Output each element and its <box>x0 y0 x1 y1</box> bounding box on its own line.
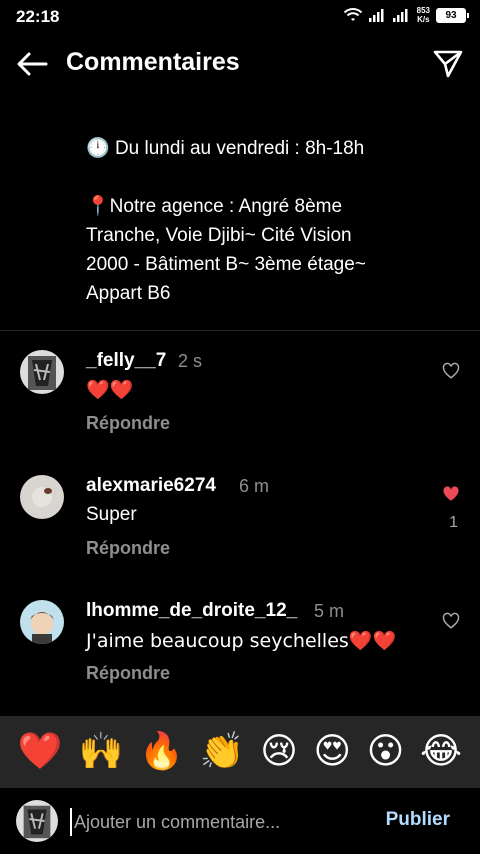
caption-agency-line-4: Appart B6 <box>86 283 171 304</box>
emoji-fire-button[interactable]: 🔥 <box>139 732 184 772</box>
header: Commentaires <box>0 34 480 94</box>
heart-outline-icon[interactable] <box>442 612 460 630</box>
avatar[interactable] <box>20 600 64 644</box>
comment-input-bar: Publier <box>0 788 480 854</box>
like-count: 1 <box>449 514 458 531</box>
net-speed-unit: K/s <box>417 15 430 24</box>
signal-icon <box>368 9 384 22</box>
net-speed: 853 K/s <box>417 6 430 24</box>
caption-hours: 🕛 Du lundi au vendredi : 8h-18h <box>86 134 456 163</box>
comment-username[interactable]: lhomme_de_droite_12_ <box>86 600 297 622</box>
emoji-cry-button[interactable]: 😢 <box>260 732 298 772</box>
emoji-clap-button[interactable]: 👏 <box>200 732 245 772</box>
emoji-wow-button[interactable]: 😮 <box>367 732 405 772</box>
heart-filled-icon[interactable] <box>442 485 460 503</box>
comment-time: 6 m <box>239 476 270 496</box>
pin-icon: 📍 <box>86 195 110 217</box>
signal-icon-2 <box>392 9 408 22</box>
back-arrow-icon[interactable] <box>14 48 50 80</box>
emoji-laugh-button[interactable]: 😂 <box>420 732 462 772</box>
divider <box>0 330 480 331</box>
net-speed-value: 853 <box>416 6 430 15</box>
reply-button[interactable]: Répondre <box>86 538 170 559</box>
comment-input[interactable] <box>70 808 360 836</box>
caption-agency-line-3: 2000 - Bâtiment B~ 3ème étage~ <box>86 254 366 275</box>
status-time: 22:18 <box>16 7 60 26</box>
page-title: Commentaires <box>66 48 240 76</box>
caption-hours-text: Du lundi au vendredi : 8h-18h <box>114 138 365 159</box>
emoji-heart-eyes-button[interactable]: 😍 <box>313 732 351 772</box>
post-caption: 🕛 Du lundi au vendredi : 8h-18h 📍Notre a… <box>86 94 456 308</box>
reply-button[interactable]: Répondre <box>86 413 170 434</box>
comment-time: 5 m <box>314 601 345 621</box>
comment-text: J'aime beaucoup seychelles❤️❤️ <box>86 630 397 652</box>
caption-agency-line-1: 📍Notre agence : Angré 8ème <box>86 195 343 217</box>
avatar[interactable] <box>20 350 64 394</box>
caption-agency-line-2: Tranche, Voie Djibi~ Cité Vision <box>86 225 352 246</box>
emoji-heart-button[interactable]: ❤️ <box>18 732 63 772</box>
wifi-icon <box>343 8 362 21</box>
emoji-raised-hands-button[interactable]: 🙌 <box>78 732 123 772</box>
status-icons: 853 K/s 93 <box>343 6 469 24</box>
send-icon[interactable] <box>432 48 464 80</box>
avatar <box>16 800 58 842</box>
comment-username[interactable]: alexmarie6274 <box>86 475 216 497</box>
avatar[interactable] <box>20 475 64 519</box>
comment-text: Super <box>86 504 137 525</box>
comment-time: 2 s <box>178 351 203 371</box>
reply-button[interactable]: Répondre <box>86 663 170 684</box>
publish-button[interactable]: Publier <box>386 809 450 831</box>
comment-text: ❤️❤️ <box>86 379 134 401</box>
battery-level: 93 <box>445 9 457 21</box>
status-bar: 22:18 853 K/s 93 <box>0 0 480 34</box>
emoji-quick-bar: ❤️ 🙌 🔥 👏 😢 😍 😮 😂 <box>0 716 480 788</box>
clock-icon: 🕛 <box>86 137 110 159</box>
comment-username[interactable]: _felly__7 <box>86 350 166 372</box>
heart-outline-icon[interactable] <box>442 362 460 380</box>
battery-icon: 93 <box>436 7 469 23</box>
